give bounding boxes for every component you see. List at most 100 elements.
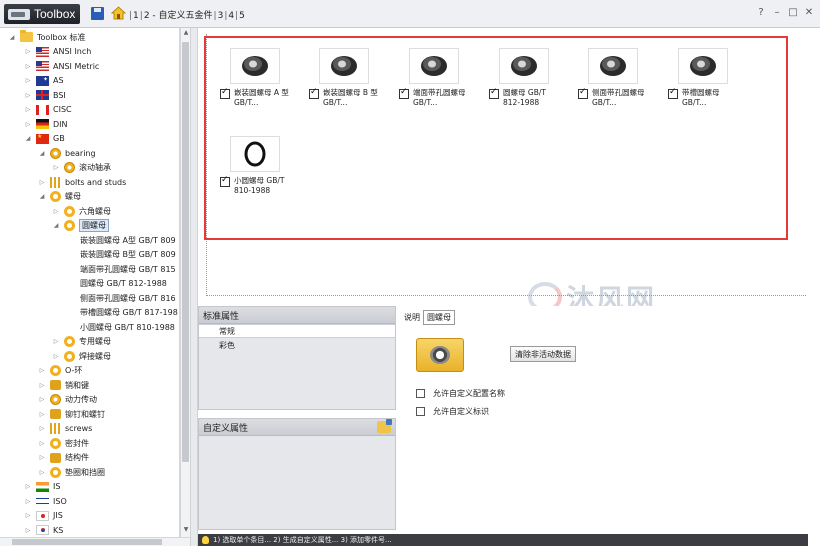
tree-item[interactable]: 嵌装圆螺母 A型 GB/T 809 xyxy=(80,233,176,247)
tree-item[interactable]: ▷ CISC xyxy=(24,103,72,117)
tree-scroll-thumb[interactable] xyxy=(182,42,189,462)
breadcrumb-1[interactable]: 1 xyxy=(133,11,139,21)
description-field[interactable]: 圆螺母 xyxy=(423,310,455,325)
tree-item[interactable]: ▷ ANSI Metric xyxy=(24,59,99,73)
tree-item[interactable]: ▷ screws xyxy=(38,422,92,436)
expanded-icon[interactable]: ◢ xyxy=(24,135,32,143)
tree-item[interactable]: ▷ KS xyxy=(24,523,63,537)
tree-item[interactable]: ▷ 铆钉和螺钉 xyxy=(38,407,105,421)
grid-item[interactable]: 嵌装圆螺母 B 型 GB/T... xyxy=(309,48,391,108)
collapsed-icon[interactable]: ▷ xyxy=(38,468,46,476)
tree-item[interactable]: 带槽圆螺母 GB/T 817-198 xyxy=(80,306,178,320)
tree-item[interactable]: ◢ 螺母 xyxy=(38,190,81,204)
tree-item[interactable]: ◢ bearing xyxy=(38,146,96,160)
collapsed-icon[interactable]: ▷ xyxy=(24,106,32,114)
allow-custom-id-option[interactable]: 允许自定义标识 xyxy=(416,406,489,417)
tree-item[interactable]: ◢ GB xyxy=(24,132,65,146)
expanded-icon[interactable]: ◢ xyxy=(38,149,46,157)
grid-item[interactable]: 圆螺母 GB/T 812-1988 xyxy=(489,48,571,108)
item-checkbox[interactable] xyxy=(489,87,499,99)
item-checkbox[interactable] xyxy=(668,87,678,99)
scroll-up-icon[interactable]: ▲ xyxy=(182,29,190,36)
collapsed-icon[interactable]: ▷ xyxy=(52,338,60,346)
collapsed-icon[interactable]: ▷ xyxy=(38,410,46,418)
tree-item[interactable]: ▷ O-环 xyxy=(38,364,82,378)
allow-custom-id-checkbox[interactable] xyxy=(416,407,425,416)
tree-item[interactable]: ▷ 六角螺母 xyxy=(52,204,111,218)
allow-custom-config-name-option[interactable]: 允许自定义配置名称 xyxy=(416,388,505,399)
collapsed-icon[interactable]: ▷ xyxy=(38,396,46,404)
collapsed-icon[interactable]: ▷ xyxy=(52,352,60,360)
tree-item[interactable]: ▷ 滚动轴承 xyxy=(52,161,111,175)
breadcrumb-5[interactable]: 5 xyxy=(239,11,245,21)
tree-item[interactable]: ▷ AS xyxy=(24,74,64,88)
home-icon[interactable] xyxy=(111,6,126,20)
collapsed-icon[interactable]: ▷ xyxy=(24,62,32,70)
tree-item[interactable]: 嵌装圆螺母 B型 GB/T 809 xyxy=(80,248,176,262)
grid-item[interactable]: 端面带孔圆螺母 GB/T... xyxy=(399,48,481,108)
tree-item[interactable]: ▷ 动力传动 xyxy=(38,393,97,407)
tree-item[interactable]: ▷ ANSI Inch xyxy=(24,45,91,59)
tree-item[interactable]: ▷ bolts and studs xyxy=(38,175,126,189)
nut-slot-thumbnail-icon[interactable] xyxy=(678,48,728,84)
grid-item[interactable]: 小圆螺母 GB/T 810-1988 xyxy=(220,136,302,196)
tree-item[interactable]: ▷ 密封件 xyxy=(38,436,89,450)
collapsed-icon[interactable]: ▷ xyxy=(24,77,32,85)
restore-icon[interactable]: □ xyxy=(788,7,798,18)
grid-item[interactable]: 侧面带孔圆螺母 GB/T... xyxy=(578,48,660,108)
save-icon[interactable] xyxy=(91,7,104,20)
tree-item[interactable]: ▷ 垫圈和挡圈 xyxy=(38,465,105,479)
collapsed-icon[interactable]: ▷ xyxy=(24,91,32,99)
collapsed-icon[interactable]: ▷ xyxy=(24,120,32,128)
tree-item[interactable]: ▷ 结构件 xyxy=(38,451,89,465)
expanded-icon[interactable]: ◢ xyxy=(8,33,16,41)
breadcrumb-3[interactable]: 3 xyxy=(218,11,224,21)
tree-item[interactable]: ▷ BSI xyxy=(24,88,66,102)
breadcrumb-4[interactable]: 4 xyxy=(228,11,234,21)
item-checkbox[interactable] xyxy=(578,87,588,99)
close-icon[interactable]: ✕ xyxy=(804,7,814,18)
collapsed-icon[interactable]: ▷ xyxy=(52,207,60,215)
collapsed-icon[interactable]: ▷ xyxy=(52,164,60,172)
collapsed-icon[interactable]: ▷ xyxy=(38,178,46,186)
tree-item[interactable]: ▷ DIN xyxy=(24,117,68,131)
allow-custom-config-name-checkbox[interactable] xyxy=(416,389,425,398)
collapsed-icon[interactable]: ▷ xyxy=(38,381,46,389)
grid-item[interactable]: 带槽圆螺母 GB/T... xyxy=(668,48,750,108)
nut-side-thumbnail-icon[interactable] xyxy=(588,48,638,84)
ring-thumbnail-icon[interactable] xyxy=(230,136,280,172)
collapsed-icon[interactable]: ▷ xyxy=(24,48,32,56)
collapsed-icon[interactable]: ▷ xyxy=(38,425,46,433)
scroll-down-icon[interactable]: ▼ xyxy=(182,526,190,533)
panel-splitter[interactable] xyxy=(190,28,198,546)
tree-item[interactable]: ▷ ISO xyxy=(24,494,67,508)
prop-general[interactable]: 常规 xyxy=(199,324,395,338)
tree-item[interactable]: ▷ JIS xyxy=(24,509,63,523)
collapsed-icon[interactable]: ▷ xyxy=(24,512,32,520)
expanded-icon[interactable]: ◢ xyxy=(38,193,46,201)
item-checkbox[interactable] xyxy=(220,175,230,187)
tree-item[interactable]: ▷ 焊接螺母 xyxy=(52,349,111,363)
tree-item[interactable]: ▷ 专用螺母 xyxy=(52,335,111,349)
tree-item[interactable]: ▷ 销和键 xyxy=(38,378,89,392)
edit-properties-icon[interactable] xyxy=(377,419,392,433)
collapsed-icon[interactable]: ▷ xyxy=(38,454,46,462)
nut-b-thumbnail-icon[interactable] xyxy=(319,48,369,84)
tree-item[interactable]: ◢ 圆螺母 xyxy=(52,219,109,233)
clear-inactive-data-button[interactable]: 清除非活动数据 xyxy=(510,346,576,362)
item-checkbox[interactable] xyxy=(220,87,230,99)
tree-hscroll-thumb[interactable] xyxy=(12,539,162,545)
nut-round-thumbnail-icon[interactable] xyxy=(499,48,549,84)
tree-item[interactable]: ▷ IS xyxy=(24,480,60,494)
breadcrumb-2[interactable]: 2 - 自定义五金件 xyxy=(144,11,213,21)
tree-item[interactable]: 小圆螺母 GB/T 810-1988 xyxy=(80,320,175,334)
collapsed-icon[interactable]: ▷ xyxy=(24,497,32,505)
nut-end-thumbnail-icon[interactable] xyxy=(409,48,459,84)
minimize-icon[interactable]: – xyxy=(772,7,782,18)
tree-item[interactable]: 端面带孔圆螺母 GB/T 815 xyxy=(80,262,176,276)
nut-a-thumbnail-icon[interactable] xyxy=(230,48,280,84)
item-checkbox[interactable] xyxy=(399,87,409,99)
help-icon[interactable]: ? xyxy=(756,7,766,18)
collapsed-icon[interactable]: ▷ xyxy=(38,439,46,447)
collapsed-icon[interactable]: ▷ xyxy=(24,526,32,534)
